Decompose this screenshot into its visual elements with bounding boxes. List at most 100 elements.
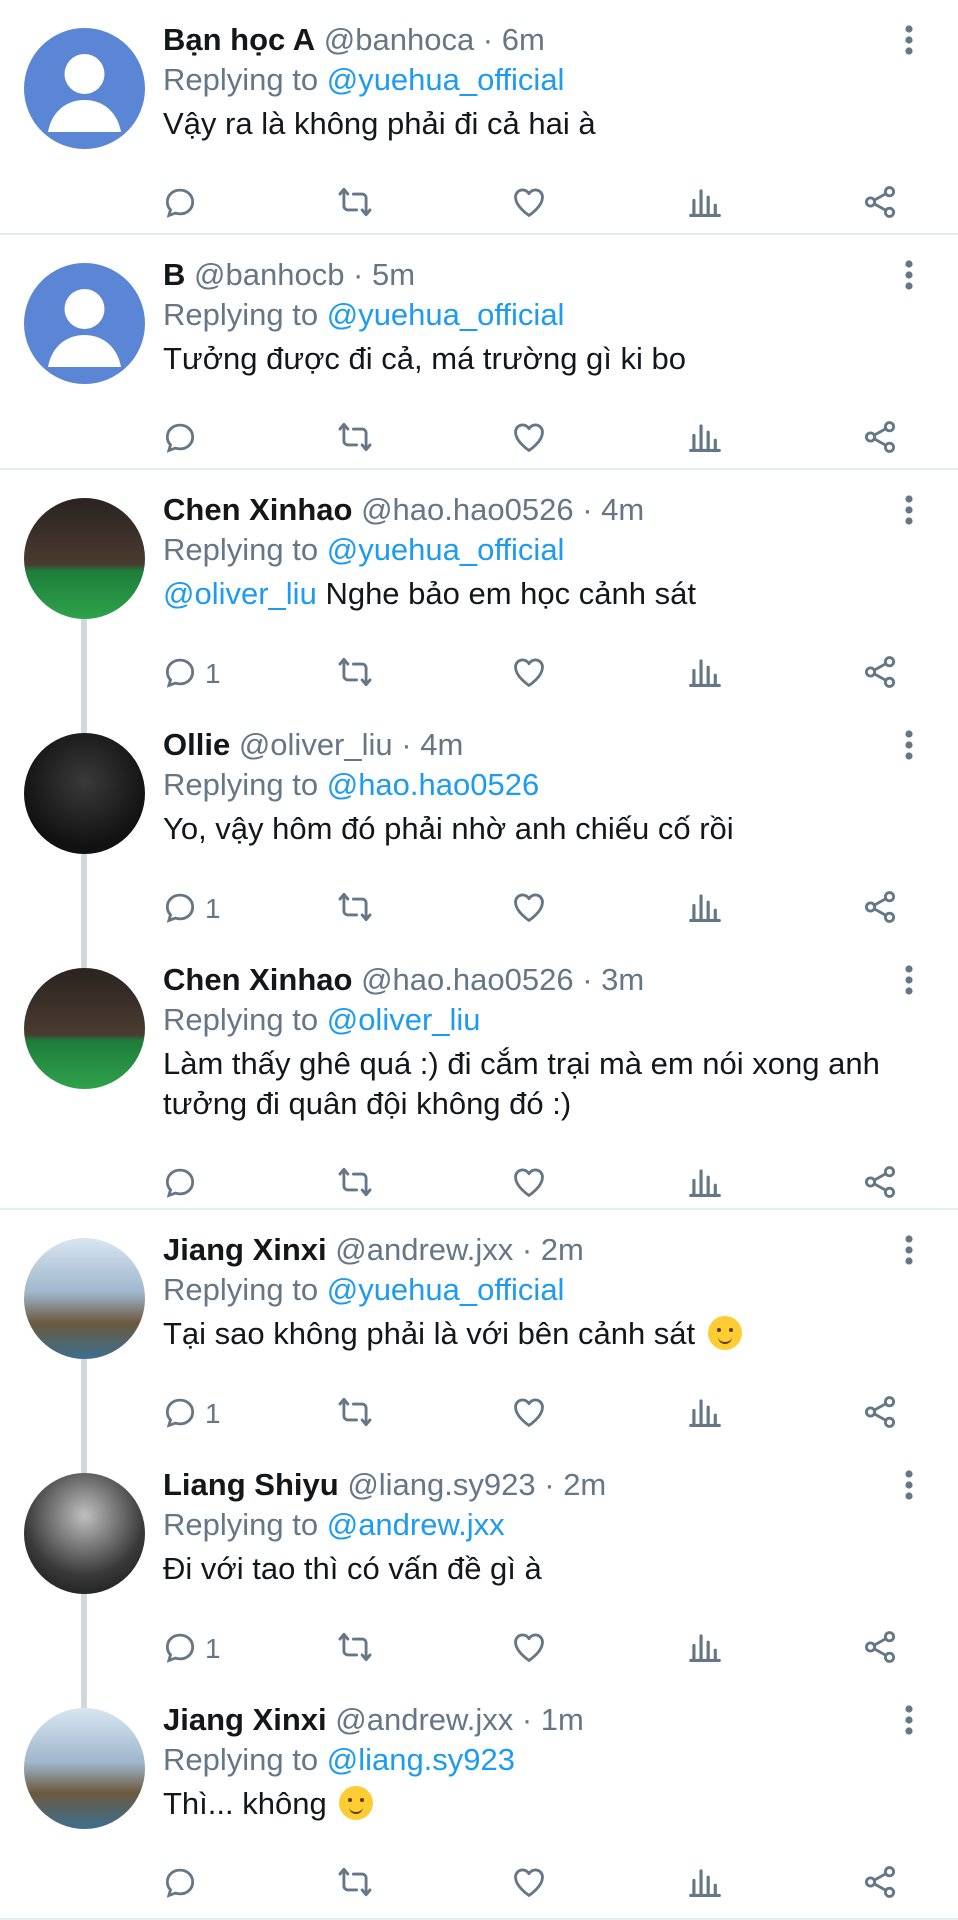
share-button[interactable] — [861, 411, 899, 467]
user-handle[interactable]: @banhocb — [194, 257, 344, 292]
user-handle[interactable]: @andrew.jxx — [335, 1702, 513, 1737]
timestamp[interactable]: 3m — [601, 962, 644, 997]
tweet[interactable]: Chen Xinhao @hao.hao0526 · 3m Replying to… — [0, 940, 958, 1210]
more-options-icon[interactable] — [884, 490, 934, 530]
more-options-icon[interactable] — [884, 1700, 934, 1740]
like-button[interactable] — [510, 881, 548, 937]
retweet-button[interactable] — [336, 1856, 374, 1912]
retweet-button[interactable] — [336, 1156, 374, 1212]
analytics-button[interactable] — [686, 1621, 724, 1677]
retweet-button[interactable] — [336, 881, 374, 937]
replying-to-handle[interactable]: @andrew.jxx — [327, 1507, 505, 1542]
like-button[interactable] — [510, 1386, 548, 1442]
analytics-button[interactable] — [686, 1856, 724, 1912]
share-button[interactable] — [861, 1156, 899, 1212]
share-button[interactable] — [861, 646, 899, 702]
analytics-button[interactable] — [686, 1156, 724, 1212]
display-name[interactable]: Chen Xinhao — [163, 492, 352, 527]
avatar[interactable] — [24, 968, 145, 1089]
analytics-button[interactable] — [686, 646, 724, 702]
retweet-button[interactable] — [336, 1386, 374, 1442]
dot-separator: · — [392, 727, 421, 762]
retweet-button[interactable] — [336, 176, 374, 232]
timestamp[interactable]: 1m — [541, 1702, 584, 1737]
like-button[interactable] — [510, 1856, 548, 1912]
share-button[interactable] — [861, 176, 899, 232]
user-handle[interactable]: @andrew.jxx — [335, 1232, 513, 1267]
replying-to-handle[interactable]: @yuehua_official — [327, 532, 565, 567]
user-handle[interactable]: @banhoca — [324, 22, 474, 57]
timestamp[interactable]: 2m — [563, 1467, 606, 1502]
avatar[interactable] — [24, 733, 145, 854]
more-options-icon[interactable] — [884, 1465, 934, 1505]
avatar[interactable] — [24, 498, 145, 619]
more-options-icon[interactable] — [884, 255, 934, 295]
tweet[interactable]: Chen Xinhao @hao.hao0526 · 4m Replying to… — [0, 470, 958, 733]
user-handle[interactable]: @hao.hao0526 — [361, 962, 574, 997]
display-name[interactable]: Liang Shiyu — [163, 1467, 339, 1502]
analytics-button[interactable] — [686, 176, 724, 232]
tweet[interactable]: Liang Shiyu @liang.sy923 · 2m Replying to… — [0, 1445, 958, 1708]
tweet[interactable]: Bạn học A @banhoca · 6m Replying to @yueh… — [0, 0, 958, 235]
timestamp[interactable]: 4m — [420, 727, 463, 762]
analytics-button[interactable] — [686, 411, 724, 467]
reply-button[interactable] — [161, 176, 199, 232]
more-options-icon[interactable] — [884, 20, 934, 60]
tweet[interactable]: Jiang Xinxi @andrew.jxx · 1m Replying to … — [0, 1680, 958, 1920]
share-button[interactable] — [861, 881, 899, 937]
display-name[interactable]: Jiang Xinxi — [163, 1232, 327, 1267]
reply-button[interactable]: 1 — [161, 881, 221, 937]
more-options-icon[interactable] — [884, 1230, 934, 1270]
display-name[interactable]: B — [163, 257, 185, 292]
user-handle[interactable]: @oliver_liu — [239, 727, 393, 762]
timestamp[interactable]: 5m — [372, 257, 415, 292]
replying-to-handle[interactable]: @hao.hao0526 — [327, 767, 540, 802]
reply-button[interactable]: 1 — [161, 1386, 221, 1442]
timestamp[interactable]: 6m — [502, 22, 545, 57]
share-button[interactable] — [861, 1856, 899, 1912]
timestamp[interactable]: 2m — [541, 1232, 584, 1267]
like-button[interactable] — [510, 1621, 548, 1677]
reply-button[interactable]: 1 — [161, 1621, 221, 1677]
replying-to-handle[interactable]: @liang.sy923 — [327, 1742, 515, 1777]
tweet[interactable]: Jiang Xinxi @andrew.jxx · 2m Replying to … — [0, 1210, 958, 1473]
analytics-button[interactable] — [686, 1386, 724, 1442]
tweet[interactable]: Ollie @oliver_liu · 4m Replying to @hao.h… — [0, 705, 958, 968]
avatar[interactable] — [24, 1708, 145, 1829]
dot-separator: · — [474, 22, 502, 57]
more-options-icon[interactable] — [884, 960, 934, 1000]
tweet[interactable]: B @banhocb · 5m Replying to @yuehua_offic… — [0, 235, 958, 470]
display-name[interactable]: Jiang Xinxi — [163, 1702, 327, 1737]
default-avatar-icon[interactable] — [24, 28, 145, 149]
share-button[interactable] — [861, 1621, 899, 1677]
default-avatar-icon[interactable] — [24, 263, 145, 384]
retweet-button[interactable] — [336, 411, 374, 467]
retweet-button[interactable] — [336, 646, 374, 702]
reply-button[interactable] — [161, 1156, 199, 1212]
analytics-icon — [686, 183, 724, 226]
like-button[interactable] — [510, 646, 548, 702]
replying-to-handle[interactable]: @yuehua_official — [327, 297, 565, 332]
reply-button[interactable]: 1 — [161, 646, 221, 702]
replying-to-handle[interactable]: @yuehua_official — [327, 1272, 565, 1307]
mention-link[interactable]: @oliver_liu — [163, 576, 317, 611]
user-handle[interactable]: @hao.hao0526 — [361, 492, 574, 527]
share-button[interactable] — [861, 1386, 899, 1442]
display-name[interactable]: Ollie — [163, 727, 230, 762]
reply-button[interactable] — [161, 1856, 199, 1912]
like-button[interactable] — [510, 1156, 548, 1212]
replying-to-handle[interactable]: @oliver_liu — [327, 1002, 481, 1037]
retweet-button[interactable] — [336, 1621, 374, 1677]
avatar[interactable] — [24, 1473, 145, 1594]
display-name[interactable]: Bạn học A — [163, 22, 315, 57]
timestamp[interactable]: 4m — [601, 492, 644, 527]
like-button[interactable] — [510, 176, 548, 232]
user-handle[interactable]: @liang.sy923 — [347, 1467, 535, 1502]
avatar[interactable] — [24, 1238, 145, 1359]
display-name[interactable]: Chen Xinhao — [163, 962, 352, 997]
replying-to-handle[interactable]: @yuehua_official — [327, 62, 565, 97]
more-options-icon[interactable] — [884, 725, 934, 765]
analytics-button[interactable] — [686, 881, 724, 937]
like-button[interactable] — [510, 411, 548, 467]
reply-button[interactable] — [161, 411, 199, 467]
